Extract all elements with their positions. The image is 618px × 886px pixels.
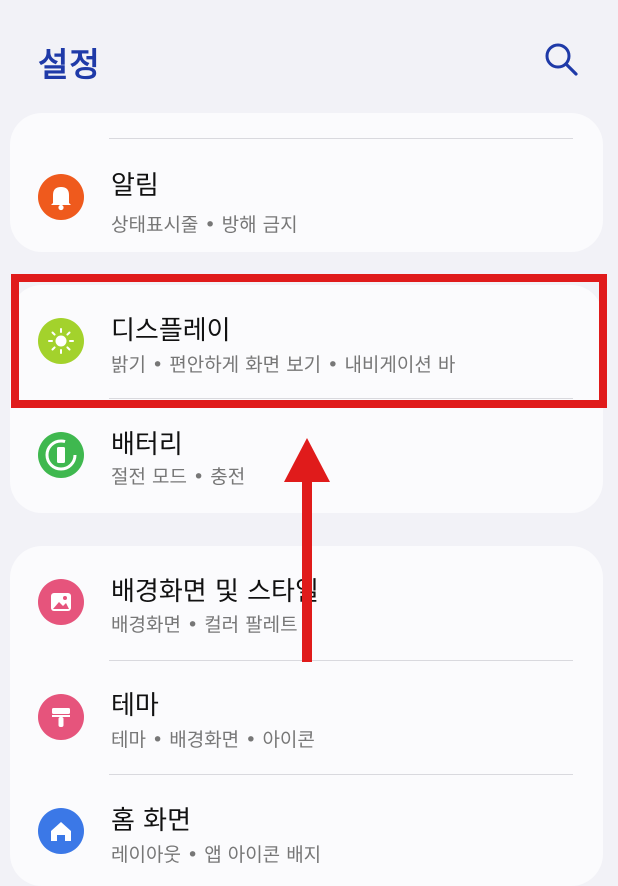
setting-item-label: 홈 화면 — [111, 806, 192, 836]
highlight-box — [11, 274, 607, 408]
setting-item-subtitle: 배경화면 • 컬러 팔레트 — [111, 614, 298, 636]
bell-icon — [38, 174, 84, 220]
battery-icon — [38, 432, 84, 478]
search-button[interactable] — [542, 40, 580, 78]
search-icon — [545, 43, 578, 76]
setting-item-subtitle: 테마 • 배경화면 • 아이콘 — [111, 729, 315, 751]
setting-item-notifications[interactable]: 알림 상태표시줄 • 방해 금지 — [10, 141, 603, 252]
setting-item-subtitle: 레이아웃 • 앱 아이콘 배지 — [111, 844, 322, 866]
setting-item-theme[interactable]: 테마 테마 • 배경화면 • 아이콘 — [10, 661, 603, 773]
wallpaper-icon — [38, 579, 84, 625]
divider — [109, 138, 573, 139]
setting-item-label: 알림 — [111, 171, 159, 201]
home-icon — [38, 808, 84, 854]
page-title: 설정 — [38, 45, 101, 84]
settings-group-notifications: 알림 상태표시줄 • 방해 금지 — [10, 113, 603, 252]
setting-item-subtitle: 상태표시줄 • 방해 금지 — [111, 214, 298, 236]
setting-item-subtitle: 절전 모드 • 충전 — [111, 466, 246, 488]
paintbrush-icon — [38, 694, 84, 740]
settings-header: 설정 — [0, 0, 618, 120]
setting-item-label: 배터리 — [111, 430, 183, 460]
arrow-up-icon — [284, 438, 330, 662]
setting-item-home-screen[interactable]: 홈 화면 레이아웃 • 앱 아이콘 배지 — [10, 775, 603, 886]
setting-item-label: 테마 — [111, 691, 159, 721]
